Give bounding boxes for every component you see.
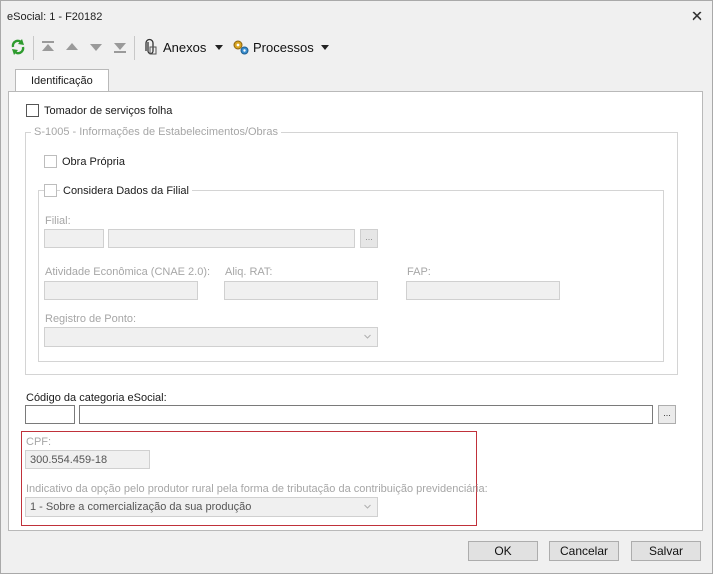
anexos-menu-label[interactable]: Anexos xyxy=(163,40,206,55)
ok-button[interactable]: OK xyxy=(468,541,538,561)
obra-propria-label: Obra Própria xyxy=(62,156,125,168)
s1005-legend: S-1005 - Informações de Estabelecimentos… xyxy=(31,126,281,138)
processos-menu-label[interactable]: Processos xyxy=(253,40,314,55)
obra-propria-checkbox[interactable] xyxy=(44,155,57,168)
tomador-checkbox[interactable] xyxy=(26,104,39,117)
indicativo-label: Indicativo da opção pelo produtor rural … xyxy=(26,483,488,495)
tab-identificacao[interactable]: Identificação xyxy=(15,69,109,92)
categoria-name-input[interactable] xyxy=(79,405,653,424)
toolbar: Anexos Processos xyxy=(1,33,712,63)
indicativo-select[interactable]: 1 - Sobre a comercialização da sua produ… xyxy=(25,497,378,517)
cpf-input[interactable]: 300.554.459-18 xyxy=(25,450,150,469)
window-title: eSocial: 1 - F20182 xyxy=(7,11,103,23)
considera-label: Considera Dados da Filial xyxy=(60,185,192,197)
save-button[interactable]: Salvar xyxy=(631,541,701,561)
indicativo-selected-value: 1 - Sobre a comercialização da sua produ… xyxy=(30,501,252,513)
cnae-input[interactable] xyxy=(44,281,198,300)
tab-label: Identificação xyxy=(31,75,93,87)
title-bar: eSocial: 1 - F20182 xyxy=(1,1,712,33)
tomador-label: Tomador de serviços folha xyxy=(44,105,173,117)
previous-record-icon[interactable] xyxy=(63,38,81,56)
registro-ponto-select[interactable] xyxy=(44,327,378,347)
categoria-lookup-button[interactable]: ... xyxy=(658,405,676,424)
filial-name-input[interactable] xyxy=(108,229,355,248)
toolbar-separator xyxy=(134,36,135,60)
chevron-down-icon xyxy=(364,334,371,339)
filial-code-input[interactable] xyxy=(44,229,104,248)
anexos-dropdown-icon[interactable] xyxy=(215,45,223,50)
last-record-icon[interactable] xyxy=(111,38,129,56)
chevron-down-icon xyxy=(364,504,371,509)
paperclip-icon[interactable] xyxy=(141,38,159,56)
categoria-label: Código da categoria eSocial: xyxy=(26,392,167,404)
rat-input[interactable] xyxy=(224,281,378,300)
dialog-window: eSocial: 1 - F20182 Anexos Processos Ide… xyxy=(0,0,713,574)
next-record-icon[interactable] xyxy=(87,38,105,56)
cpf-label: CPF: xyxy=(26,436,52,448)
filial-lookup-button[interactable]: ... xyxy=(360,229,378,248)
cnae-label: Atividade Econômica (CNAE 2.0): xyxy=(45,266,211,278)
processos-dropdown-icon[interactable] xyxy=(321,45,329,50)
close-icon[interactable] xyxy=(690,9,704,23)
fap-label: FAP: xyxy=(407,266,431,278)
fap-input[interactable] xyxy=(406,281,560,300)
cancel-button[interactable]: Cancelar xyxy=(549,541,619,561)
filial-label: Filial: xyxy=(45,215,71,227)
registro-ponto-label: Registro de Ponto: xyxy=(45,313,137,325)
categoria-code-input[interactable] xyxy=(25,405,75,424)
refresh-icon[interactable] xyxy=(9,38,27,56)
rat-label: Aliq. RAT: xyxy=(225,266,273,278)
first-record-icon[interactable] xyxy=(39,38,57,56)
toolbar-separator xyxy=(33,36,34,60)
gears-icon[interactable] xyxy=(232,38,250,56)
considera-checkbox[interactable] xyxy=(44,184,57,197)
